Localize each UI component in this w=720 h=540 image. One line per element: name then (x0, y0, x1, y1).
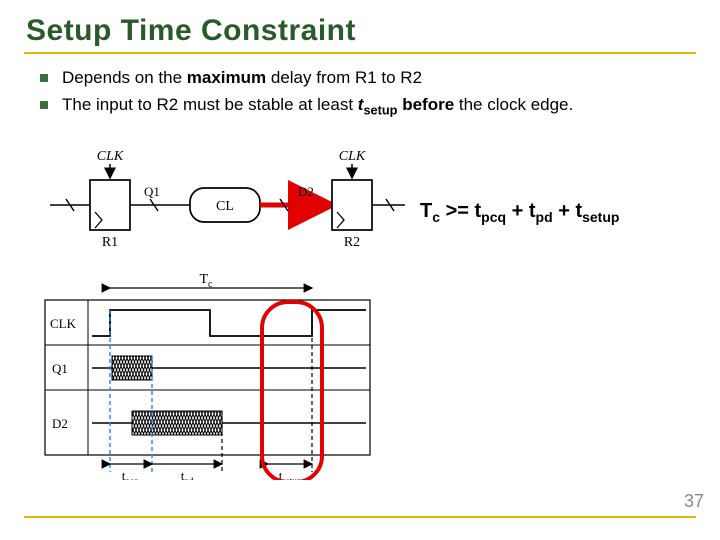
label-q1-row: Q1 (52, 361, 68, 376)
label-d2: D2 (298, 184, 314, 199)
bullet-item: Depends on the maximum delay from R1 to … (34, 66, 696, 91)
svg-text:tpcq: tpcq (122, 468, 139, 480)
bullet-text: the clock edge. (454, 95, 573, 114)
bullet-item: The input to R2 must be stable at least … (34, 93, 696, 120)
label-r1: R1 (102, 235, 118, 250)
term-sub: setup (363, 102, 397, 117)
inequality: Tc >= tpcq + tpd + tsetup (420, 200, 619, 225)
bullet-bold: maximum (187, 68, 266, 87)
label-cl: CL (216, 199, 234, 214)
label-clk2: CLK (339, 150, 366, 164)
figure: CLK R1 Q1 CL D2 CLK (40, 150, 680, 490)
label-clk-row: CLK (50, 316, 77, 331)
bullet-list: Depends on the maximum delay from R1 to … (34, 66, 696, 120)
footer-rule (24, 516, 696, 518)
svg-text:tpd: tpd (181, 468, 194, 480)
label-tpcq-sub: pcq (125, 476, 138, 480)
bullet-icon (40, 74, 48, 82)
label-tpd-sub: pd (184, 476, 194, 480)
bullet-bold: before (397, 95, 454, 114)
diagram-svg: CLK R1 Q1 CL D2 CLK (40, 150, 410, 480)
bullet-icon (40, 101, 48, 109)
slide-title: Setup Time Constraint (26, 14, 696, 48)
title-rule (24, 52, 696, 54)
label-clk1: CLK (97, 150, 124, 164)
label-q1: Q1 (144, 184, 160, 199)
svg-text:Tc: Tc (199, 272, 213, 290)
label-tc-sub: c (208, 279, 213, 290)
label-tsetup-sub: setup (282, 476, 301, 480)
label-r2: R2 (344, 235, 360, 250)
bullet-text: Depends on the (62, 68, 187, 87)
label-d2-row: D2 (52, 416, 68, 431)
bullet-text: The input to R2 must be stable at least (62, 95, 358, 114)
bullet-text: delay from R1 to R2 (266, 68, 422, 87)
svg-text:tsetup: tsetup (279, 468, 302, 480)
page-number: 37 (684, 491, 704, 512)
